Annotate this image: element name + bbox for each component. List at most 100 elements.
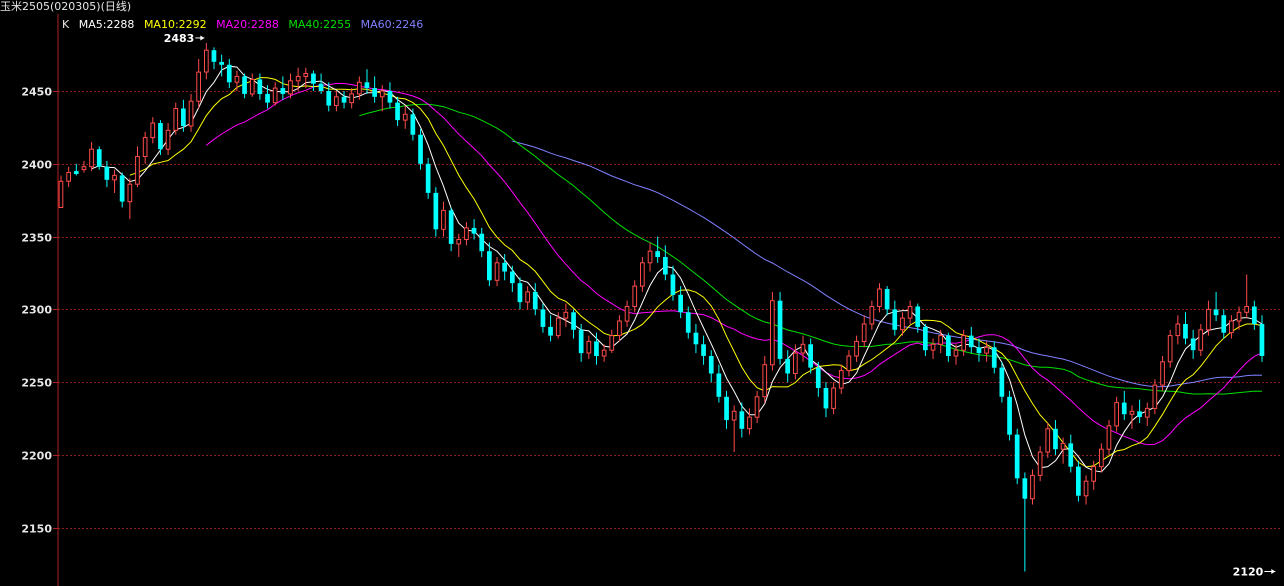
candle-body-up bbox=[89, 148, 94, 168]
candle bbox=[1190, 329, 1196, 359]
candle-body-up bbox=[464, 227, 469, 240]
candle-body-down bbox=[1121, 402, 1127, 415]
candle-body-up bbox=[349, 93, 354, 104]
candle-body-up bbox=[900, 317, 905, 331]
candle-body-down bbox=[999, 367, 1005, 397]
candle-body-down bbox=[655, 251, 660, 257]
candle-body-up bbox=[173, 108, 179, 131]
candle-body-up bbox=[1091, 466, 1097, 482]
candle-body-up bbox=[127, 183, 133, 203]
candle bbox=[204, 42, 209, 80]
candle-body-down bbox=[548, 326, 553, 336]
candle-body-down bbox=[1221, 315, 1227, 333]
candle-body-up bbox=[165, 129, 171, 150]
candle bbox=[1030, 469, 1035, 505]
candle bbox=[938, 329, 943, 354]
candle bbox=[716, 364, 722, 403]
candlestick-chart[interactable]: 2150 2200 2250 2300 2350 2400 2450 2483 2120 bbox=[0, 0, 1284, 586]
candle bbox=[647, 242, 653, 272]
candle bbox=[731, 405, 737, 453]
candle bbox=[861, 315, 867, 348]
candle-body-up bbox=[1030, 474, 1035, 500]
candle-body-down bbox=[808, 344, 813, 368]
candle bbox=[777, 291, 783, 365]
candle-body-up bbox=[762, 364, 768, 398]
candle bbox=[127, 178, 133, 220]
candle bbox=[640, 256, 645, 292]
moving-average-lines bbox=[91, 65, 1263, 473]
y-axis: 2150 2200 2250 2300 2350 2400 2450 bbox=[21, 14, 59, 586]
candle-body-down bbox=[968, 335, 974, 348]
candle-body-down bbox=[502, 262, 507, 272]
candle bbox=[1213, 291, 1219, 322]
candle bbox=[854, 335, 859, 362]
candle bbox=[976, 338, 982, 362]
candle-body-down bbox=[510, 271, 515, 284]
candle bbox=[747, 408, 752, 435]
candle-body-down bbox=[242, 76, 247, 94]
high-label: 2483 bbox=[164, 32, 195, 45]
candle-body-up bbox=[861, 323, 867, 342]
candle bbox=[487, 242, 492, 287]
candle-body-up bbox=[930, 343, 936, 351]
candle-body-up bbox=[800, 343, 806, 354]
candle-body-up bbox=[1106, 425, 1112, 450]
y-tick-label: 2350 bbox=[21, 232, 52, 245]
candle bbox=[1099, 443, 1104, 473]
candle bbox=[838, 364, 844, 394]
candle-body-down bbox=[326, 91, 332, 106]
candle bbox=[563, 303, 569, 327]
candle-body-up bbox=[938, 335, 943, 345]
candle bbox=[693, 323, 699, 354]
candle bbox=[96, 146, 102, 170]
candle-body-up bbox=[142, 137, 148, 158]
candle-body-up bbox=[838, 370, 844, 389]
candle bbox=[754, 390, 760, 423]
candle-body-up bbox=[494, 262, 500, 281]
candle-body-up bbox=[249, 78, 255, 95]
candle-body-up bbox=[357, 81, 362, 95]
candle-body-down bbox=[716, 373, 722, 397]
candle-body-up bbox=[196, 71, 202, 102]
candle bbox=[433, 187, 439, 237]
candle-body-up bbox=[1167, 335, 1173, 363]
candle bbox=[303, 67, 309, 89]
candle bbox=[517, 277, 523, 310]
candle-body-up bbox=[1114, 402, 1120, 427]
candle-body-up bbox=[1244, 306, 1250, 313]
candle bbox=[655, 236, 660, 263]
candle bbox=[494, 256, 500, 287]
candle-body-up bbox=[1099, 448, 1104, 468]
candle bbox=[318, 73, 324, 94]
high-arrow-head bbox=[200, 35, 205, 41]
candle-body-down bbox=[1007, 396, 1012, 435]
candle-body-down bbox=[739, 411, 745, 429]
candle bbox=[968, 326, 974, 354]
candle-body-up bbox=[188, 100, 194, 127]
candle-body-up bbox=[150, 122, 156, 139]
candle bbox=[196, 58, 202, 109]
candle bbox=[226, 58, 232, 89]
candle-body-down bbox=[1259, 324, 1265, 356]
candle bbox=[58, 175, 64, 209]
candle bbox=[464, 222, 469, 246]
candle-body-down bbox=[257, 79, 263, 94]
candle bbox=[112, 169, 117, 193]
candle-body-up bbox=[877, 288, 882, 307]
candle-body-down bbox=[594, 341, 599, 356]
candle-body-up bbox=[1198, 329, 1204, 351]
y-tick-label: 2200 bbox=[21, 450, 52, 463]
candle bbox=[1053, 420, 1058, 455]
candle-body-up bbox=[272, 87, 278, 104]
candle-body-down bbox=[418, 134, 423, 164]
candle bbox=[334, 91, 339, 112]
candle-body-up bbox=[647, 250, 653, 264]
candle-body-up bbox=[525, 291, 530, 303]
candle-body-down bbox=[670, 274, 676, 295]
candle bbox=[808, 338, 813, 374]
candle bbox=[525, 286, 530, 310]
y-tick-label: 2150 bbox=[21, 523, 52, 536]
candle bbox=[1106, 420, 1112, 455]
candle bbox=[1137, 399, 1142, 423]
candle bbox=[410, 108, 416, 141]
